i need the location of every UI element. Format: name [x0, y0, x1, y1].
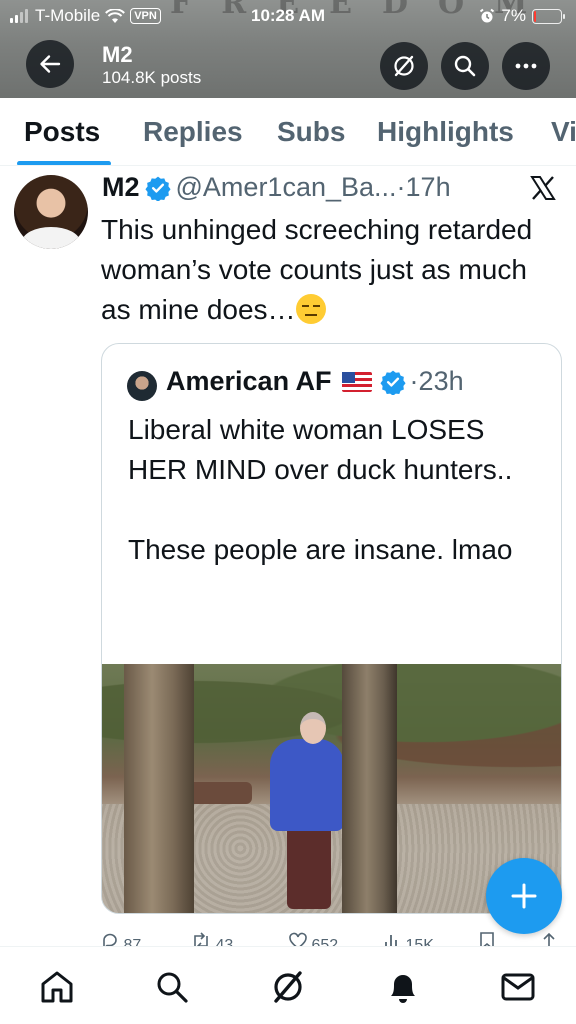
- us-flag-icon: [341, 371, 372, 392]
- nav-messages[interactable]: [498, 967, 538, 1007]
- tab-subs[interactable]: Subs: [277, 116, 345, 148]
- views-icon: [385, 935, 397, 946]
- share-action[interactable]: [541, 932, 557, 946]
- media-person-legs: [287, 824, 331, 909]
- battery-icon: [532, 8, 565, 24]
- bottom-navigation: [0, 946, 576, 1024]
- quoted-tweet-timestamp: 23h: [418, 366, 464, 396]
- repost-action[interactable]: 43: [191, 932, 233, 946]
- quoted-tweet-header: American AF · 23h: [166, 366, 464, 397]
- status-right: 7%: [479, 6, 565, 26]
- more-icon: [515, 63, 537, 69]
- repost-icon: [194, 932, 208, 946]
- battery-percent: 7%: [501, 6, 526, 25]
- profile-name: M2: [102, 42, 133, 67]
- separator-dot: ·: [396, 172, 406, 202]
- grok-icon: [394, 55, 414, 77]
- reply-action[interactable]: 87: [101, 932, 141, 946]
- expressionless-face-icon: [295, 294, 326, 324]
- mail-icon: [501, 973, 535, 1001]
- home-icon: [41, 971, 73, 1003]
- views-count: 15K: [405, 937, 434, 946]
- nav-grok[interactable]: [268, 967, 308, 1007]
- media-person-head: [300, 712, 326, 744]
- search-icon: [157, 972, 188, 1003]
- quoted-separator-dot: ·: [409, 366, 419, 396]
- nav-search[interactable]: [152, 967, 192, 1007]
- compose-post-button[interactable]: [486, 858, 562, 934]
- more-options-button[interactable]: [502, 42, 550, 90]
- author-name[interactable]: M2: [102, 172, 140, 203]
- quoted-author-avatar: [127, 371, 157, 401]
- grok-button[interactable]: [380, 42, 428, 90]
- search-button[interactable]: [441, 42, 489, 90]
- bell-icon: [391, 975, 415, 1003]
- like-action[interactable]: 652: [289, 932, 338, 946]
- tweet-actions: 87 43 652 15K: [101, 932, 561, 946]
- battery-level: [534, 10, 536, 22]
- tab-replies[interactable]: Replies: [143, 116, 243, 148]
- like-count: 652: [311, 937, 339, 946]
- heart-icon: [289, 932, 307, 946]
- nav-home[interactable]: [37, 967, 77, 1007]
- tweet-timestamp[interactable]: 17h: [406, 172, 451, 203]
- alarm-icon: [480, 8, 495, 23]
- author-handle[interactable]: @Amer1can_Ba...: [176, 172, 397, 203]
- media-person-jacket: [270, 739, 344, 831]
- status-bar: T-Mobile VPN 10:28 AM 7%: [0, 0, 576, 34]
- active-tab-indicator: [17, 161, 111, 165]
- tab-video[interactable]: Vi: [551, 116, 576, 148]
- share-icon: [543, 932, 555, 946]
- verified-badge-icon: [144, 176, 171, 201]
- avatar-shirt: [22, 227, 80, 249]
- nav-notifications[interactable]: [383, 967, 423, 1007]
- x-logo-icon: [530, 176, 556, 200]
- tweet-text: This unhinged screeching retarded woman’…: [101, 210, 551, 330]
- plus-icon: [511, 883, 537, 909]
- reply-count: 87: [123, 937, 142, 946]
- grok-icon: [274, 971, 302, 1003]
- tab-highlights[interactable]: Highlights: [377, 116, 514, 148]
- views-action[interactable]: 15K: [383, 932, 434, 946]
- media-right-post: [342, 664, 397, 913]
- reply-icon: [103, 933, 117, 946]
- quoted-verified-badge-icon: [379, 370, 406, 395]
- tab-posts[interactable]: Posts: [24, 116, 100, 148]
- bookmark-icon: [480, 932, 494, 946]
- repost-count: 43: [215, 937, 234, 946]
- quoted-tweet-card[interactable]: American AF · 23h Liberal white woman LO…: [101, 343, 562, 914]
- back-button[interactable]: [26, 40, 74, 88]
- media-left-post: [124, 664, 194, 913]
- quoted-tweet-text: Liberal white woman LOSES HER MIND over …: [128, 414, 513, 565]
- profile-tabs: Posts Replies Subs Highlights Vi: [0, 98, 576, 166]
- profile-header: FREEDOM T-Mobile VPN 10:28 AM 7% M2 104.…: [0, 0, 576, 98]
- quoted-author-name: American AF: [166, 366, 332, 396]
- tweet-header: M2 @Amer1can_Ba... · 17h: [102, 172, 451, 203]
- author-avatar[interactable]: [14, 175, 88, 249]
- bookmark-action[interactable]: [479, 932, 495, 946]
- post-count: 104.8K posts: [102, 68, 202, 87]
- arrow-left-icon: [40, 55, 61, 73]
- search-icon: [454, 55, 476, 77]
